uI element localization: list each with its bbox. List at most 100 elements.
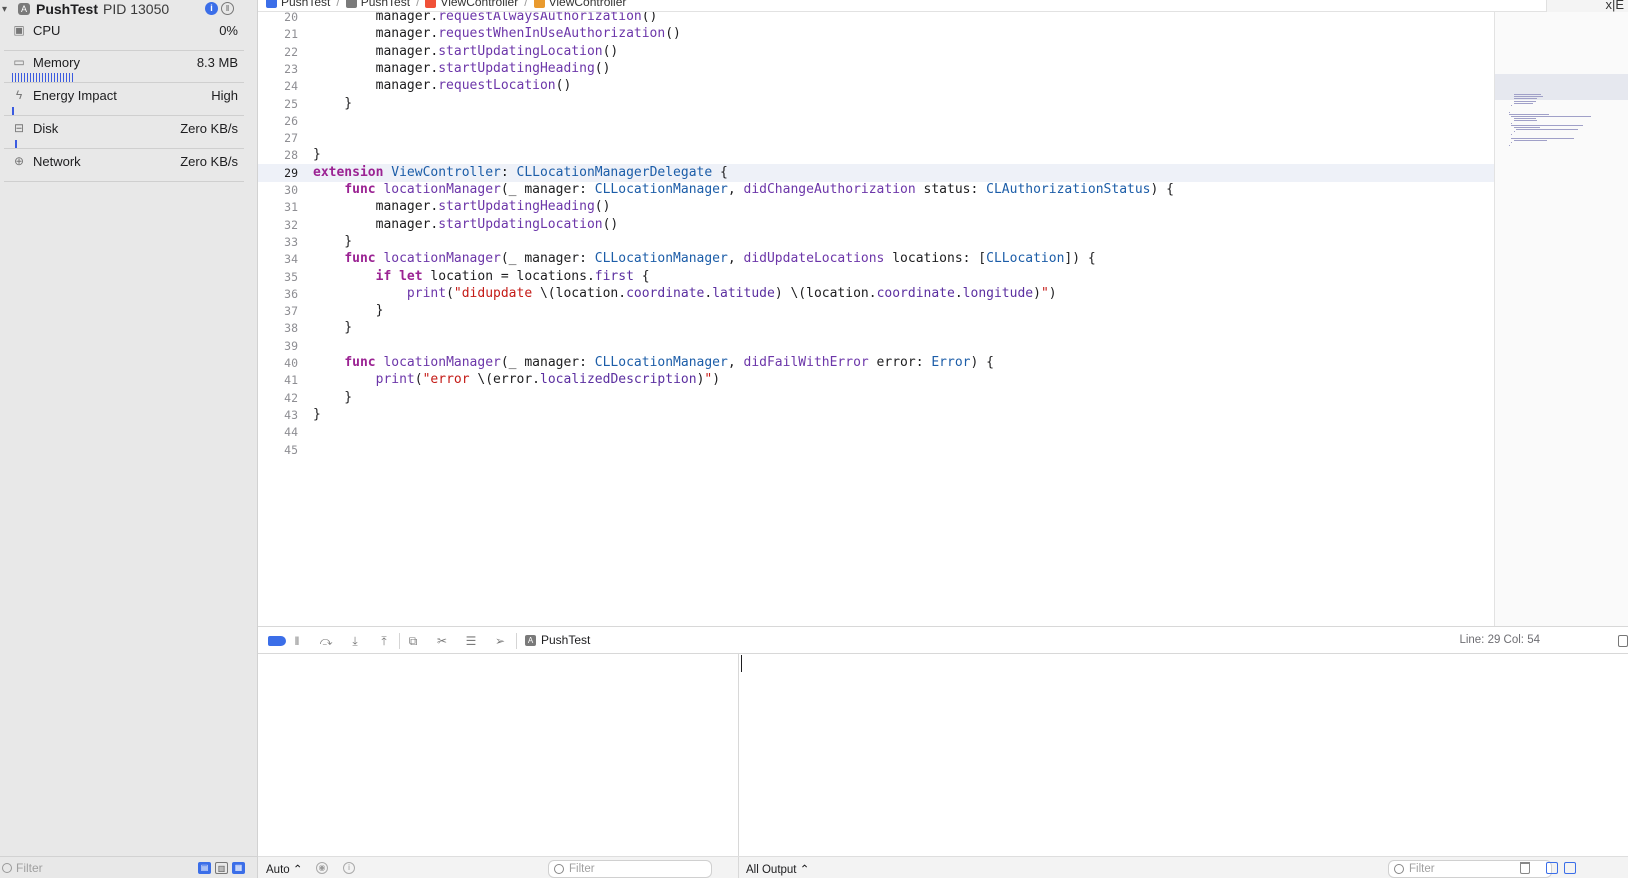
breadcrumb-group[interactable]: PushTest <box>361 0 410 9</box>
hide-debug-area-icon[interactable] <box>1618 635 1628 647</box>
variables-scope-selector[interactable]: Auto ⌃ <box>266 862 303 876</box>
console-output-selector[interactable]: All Output ⌃ <box>746 862 809 876</box>
gauge-label: CPU <box>33 23 61 38</box>
code-line[interactable]: 35 if let location = locations.first { <box>258 268 1494 286</box>
line-number[interactable]: 22 <box>258 43 298 61</box>
threads-filter-toggle-icon[interactable]: ▥ <box>215 862 228 874</box>
code-line[interactable]: 29 extension ViewController: CLLocationMa… <box>258 163 1494 182</box>
debug-navigator: ▾ A PushTest PID 13050 i ‖ ▣ CPU 0% ▭ Me… <box>0 0 258 878</box>
code-line[interactable]: 28} <box>258 146 1494 164</box>
line-number[interactable]: 33 <box>258 233 298 251</box>
line-number[interactable]: 37 <box>258 302 298 320</box>
code-line[interactable]: 39 <box>258 337 1494 355</box>
cpu-filter-toggle-icon[interactable]: ▤ <box>198 862 211 874</box>
breakpoints-toggle-icon[interactable] <box>268 636 286 646</box>
code-line[interactable]: 23 manager.startUpdatingHeading() <box>258 60 1494 78</box>
step-out-icon[interactable]: ⤒ <box>376 633 392 649</box>
gauge-energy[interactable]: ϟ Energy Impact High <box>0 83 244 116</box>
minimap-line <box>1509 144 1510 146</box>
code-line[interactable]: 41 print("error \(error.localizedDescrip… <box>258 371 1494 389</box>
code-line[interactable]: 32 manager.startUpdatingLocation() <box>258 216 1494 234</box>
code-line[interactable]: 40 func locationManager(_ manager: CLLoc… <box>258 354 1494 372</box>
info-icon[interactable]: i <box>205 2 218 15</box>
variables-filter-field[interactable]: Filter <box>548 860 712 878</box>
line-number[interactable]: 41 <box>258 371 298 389</box>
line-number[interactable]: 32 <box>258 216 298 234</box>
show-console-pane-icon[interactable] <box>1564 862 1576 874</box>
source-editor[interactable]: 20 manager.requestAlwaysAuthorization() 2… <box>258 12 1494 626</box>
disclosure-triangle-icon[interactable]: ▾ <box>2 4 14 15</box>
console-filter-input[interactable]: Filter <box>1409 863 1435 875</box>
minimap[interactable] <box>1494 12 1628 626</box>
gauge-disk[interactable]: ⊟ Disk Zero KB/s <box>0 116 244 149</box>
code-line[interactable]: 33 } <box>258 233 1494 251</box>
console-output[interactable] <box>738 654 1628 856</box>
code-text: func locationManager(_ manager: CLLocati… <box>344 251 1096 267</box>
code-line[interactable]: 25 } <box>258 95 1494 113</box>
step-into-icon[interactable]: ⤓ <box>347 633 363 649</box>
line-number[interactable]: 34 <box>258 250 298 268</box>
line-number[interactable]: 40 <box>258 354 298 372</box>
line-number[interactable]: 44 <box>258 423 298 441</box>
line-number[interactable]: 20 <box>258 12 298 26</box>
line-number[interactable]: 38 <box>258 319 298 337</box>
code-line[interactable]: 22 manager.startUpdatingLocation() <box>258 43 1494 61</box>
code-line[interactable]: 26 <box>258 112 1494 130</box>
code-line[interactable]: 42 } <box>258 389 1494 407</box>
simulate-location-icon[interactable]: ➢ <box>492 633 508 649</box>
memory-graph-icon[interactable]: ✂ <box>434 633 450 649</box>
code-line[interactable]: 21 manager.requestWhenInUseAuthorization… <box>258 25 1494 43</box>
code-line[interactable]: 43} <box>258 406 1494 424</box>
view-hierarchy-icon[interactable]: ⧉ <box>405 633 421 649</box>
gauge-network[interactable]: ⊕ Network Zero KB/s <box>0 149 244 182</box>
line-number[interactable]: 26 <box>258 112 298 130</box>
code-line[interactable]: 38 } <box>258 319 1494 337</box>
code-line[interactable]: 44 <box>258 423 1494 441</box>
step-over-icon[interactable]: ⤼ <box>318 633 334 649</box>
gauge-memory[interactable]: ▭ Memory 8.3 MB <box>0 50 244 83</box>
line-number[interactable]: 36 <box>258 285 298 303</box>
line-number[interactable]: 35 <box>258 268 298 286</box>
code-text: } <box>313 303 384 319</box>
trash-icon[interactable] <box>1520 862 1530 874</box>
code-line[interactable]: 27 <box>258 129 1494 147</box>
eye-icon[interactable]: ◉ <box>316 862 328 874</box>
line-number[interactable]: 30 <box>258 181 298 199</box>
line-number[interactable]: 25 <box>258 95 298 113</box>
line-number[interactable]: 28 <box>258 146 298 164</box>
processes-filter-toggle-icon[interactable]: ▦ <box>232 862 245 874</box>
code-line[interactable]: 34 func locationManager(_ manager: CLLoc… <box>258 250 1494 268</box>
line-number[interactable]: 21 <box>258 25 298 43</box>
code-line[interactable]: 24 manager.requestLocation() <box>258 77 1494 95</box>
line-number[interactable]: 27 <box>258 129 298 147</box>
bolt-icon: ϟ <box>15 88 23 102</box>
code-line[interactable]: 31 manager.startUpdatingHeading() <box>258 198 1494 216</box>
pause-continue-icon[interactable]: ‖ <box>289 633 305 649</box>
show-variables-pane-icon[interactable] <box>1546 862 1558 874</box>
debug-target[interactable]: PushTest <box>541 633 590 647</box>
line-number[interactable]: 31 <box>258 198 298 216</box>
process-row[interactable]: ▾ A PushTest PID 13050 i ‖ <box>0 0 258 18</box>
variables-filter-input[interactable]: Filter <box>569 863 595 875</box>
code-line[interactable]: 30 func locationManager(_ manager: CLLoc… <box>258 181 1494 199</box>
breadcrumb-symbol[interactable]: ViewController <box>549 0 627 9</box>
code-line[interactable]: 36 print("didupdate \(location.coordinat… <box>258 285 1494 303</box>
environment-overrides-icon[interactable]: ☰ <box>463 633 479 649</box>
line-number[interactable]: 43 <box>258 406 298 424</box>
line-number[interactable]: 45 <box>258 441 298 459</box>
code-line[interactable]: 45 <box>258 441 1494 459</box>
line-number[interactable]: 29 <box>258 164 298 182</box>
gauge-cpu[interactable]: ▣ CPU 0% <box>0 18 244 51</box>
info-icon[interactable]: i <box>343 862 355 874</box>
navigator-filter-input[interactable]: Filter <box>16 861 43 875</box>
breadcrumb-file[interactable]: ViewController <box>440 0 518 9</box>
line-number[interactable]: 24 <box>258 77 298 95</box>
code-line[interactable]: 37 } <box>258 302 1494 320</box>
variables-view[interactable] <box>258 654 738 856</box>
line-number[interactable]: 42 <box>258 389 298 407</box>
code-line[interactable]: 20 manager.requestAlwaysAuthorization() <box>258 12 1494 26</box>
breadcrumb-project[interactable]: PushTest <box>281 0 330 9</box>
line-number[interactable]: 39 <box>258 337 298 355</box>
pause-icon[interactable]: ‖ <box>221 2 234 15</box>
line-number[interactable]: 23 <box>258 60 298 78</box>
